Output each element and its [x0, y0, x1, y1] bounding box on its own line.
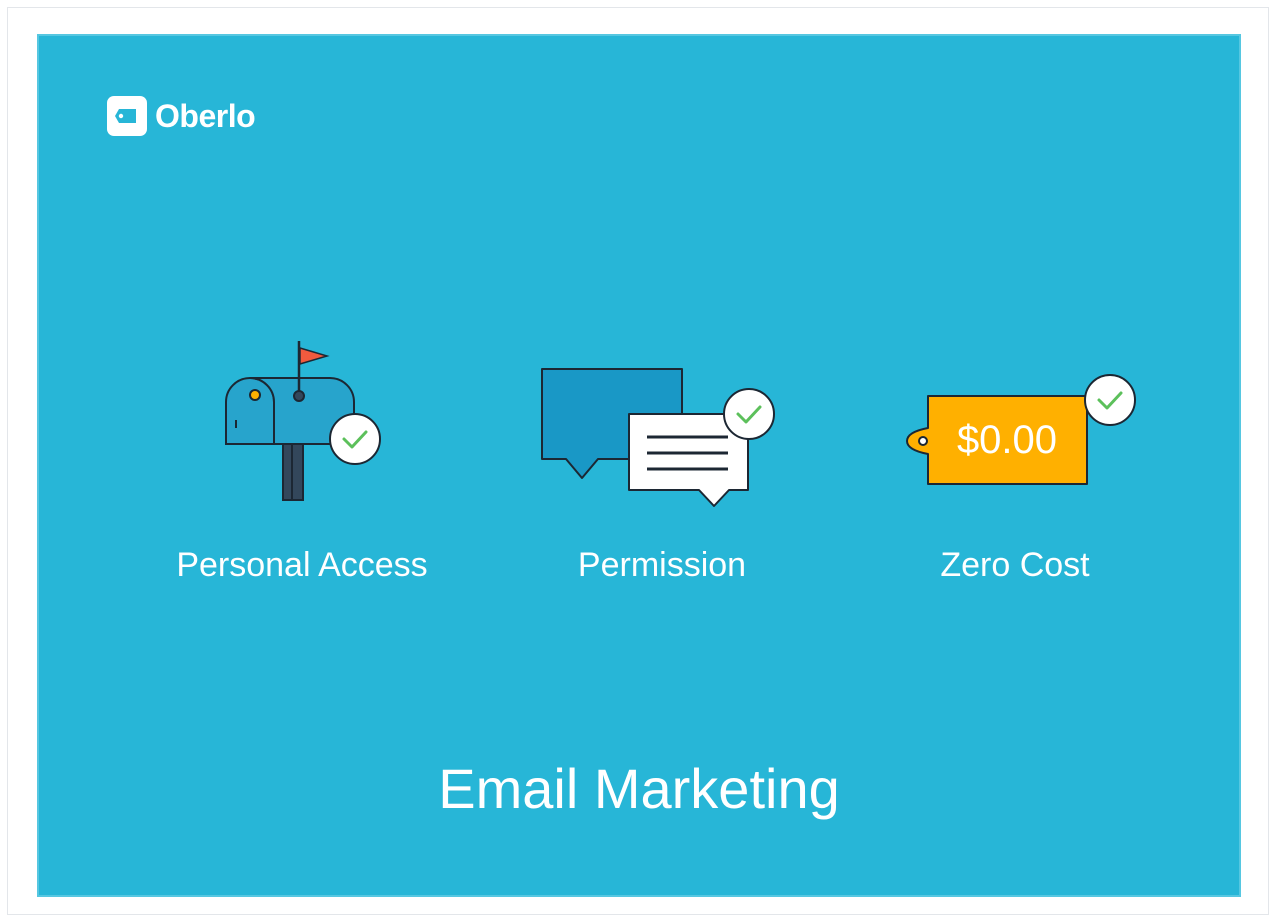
price-tag-icon: $0.00 — [905, 374, 1136, 485]
email-marketing-banner: Oberlo Personal Access Permission $0.00 … — [37, 34, 1241, 897]
feature-label-zero-cost: Zero Cost — [940, 546, 1090, 584]
feature-permission: Permission — [502, 336, 822, 596]
feature-personal-access: Personal Access — [142, 336, 462, 596]
brand-name: Oberlo — [155, 97, 256, 134]
check-badge — [723, 388, 775, 440]
page-title: Email Marketing — [438, 757, 840, 820]
oberlo-logo: Oberlo — [107, 96, 256, 136]
mailbox-icon — [225, 341, 381, 501]
feature-label-permission: Permission — [577, 546, 747, 584]
feature-label-personal-access: Personal Access — [176, 546, 428, 584]
chat-bubbles-icon — [541, 368, 775, 507]
feature-zero-cost: $0.00 Zero Cost — [855, 336, 1175, 596]
price-text: $0.00 — [957, 418, 1057, 462]
check-badge — [329, 413, 381, 465]
tag-icon — [107, 96, 147, 136]
check-badge — [1084, 374, 1136, 426]
